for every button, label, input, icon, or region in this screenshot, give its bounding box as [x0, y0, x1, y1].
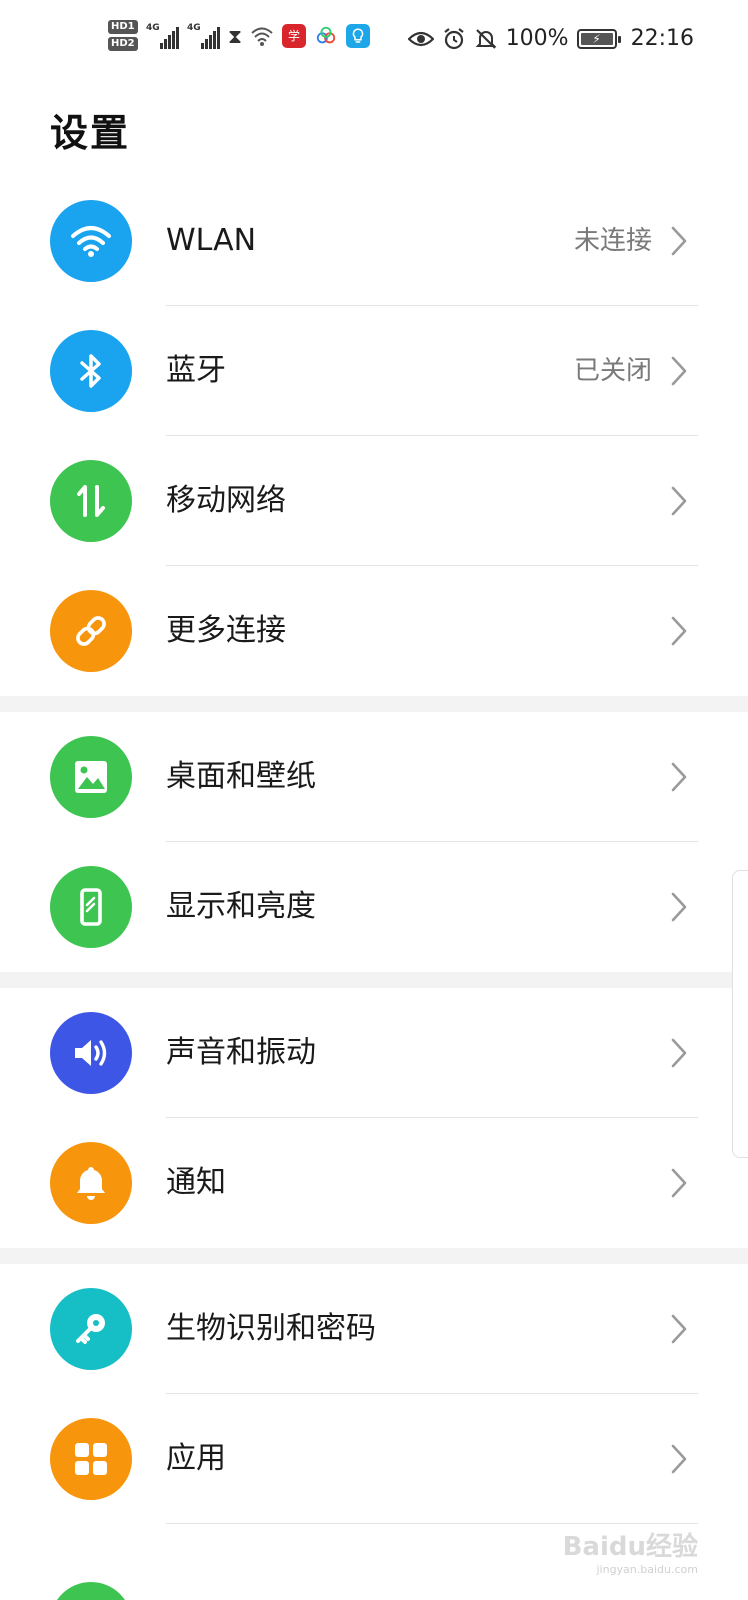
watermark-text: Baidu经验: [562, 1532, 698, 1562]
network-type-sim2: 4G: [187, 22, 201, 33]
settings-item-wifi[interactable]: WLAN 未连接: [0, 176, 748, 306]
settings-item-label: 桌面和壁纸: [166, 759, 316, 794]
settings-item-label: 更多连接: [166, 613, 286, 648]
settings-item-label: 生物识别和密码: [166, 1311, 376, 1346]
settings-item-bell[interactable]: 通知: [0, 1118, 748, 1248]
chevron-right-icon: [670, 225, 688, 257]
bell-icon: [50, 1142, 132, 1224]
bluetooth-icon: [50, 330, 132, 412]
picture-icon: [50, 736, 132, 818]
apps-grid-icon: [50, 1418, 132, 1500]
settings-list: WLAN 未连接蓝牙 已关闭移动网络更多连接桌面和壁纸显示和亮度声音和振动通知生物识…: [0, 176, 748, 1524]
group-separator: [0, 972, 748, 988]
mobile-data-icon: [50, 460, 132, 542]
link-icon: [50, 590, 132, 672]
mute-bell-icon: [475, 28, 497, 49]
signal-strength-sim1: 4G: [146, 23, 179, 49]
chevron-right-icon: [670, 891, 688, 923]
settings-item-status: 未连接: [573, 226, 652, 256]
divider: [166, 1523, 698, 1524]
status-bar: HD1 HD2 4G 4G ⧗ 学 100% ⚡ 22:16: [0, 0, 748, 86]
wifi-status-icon: [251, 27, 273, 46]
settings-item-key[interactable]: 生物识别和密码: [0, 1264, 748, 1394]
network-type-sim1: 4G: [146, 22, 160, 33]
settings-item-mobile-data[interactable]: 移动网络: [0, 436, 748, 566]
settings-screen: HD1 HD2 4G 4G ⧗ 学 100% ⚡ 22:16 设置 WLAN 未…: [0, 0, 748, 1600]
alarm-icon: [444, 27, 464, 49]
watermark-sub: jingyan.baidu.com: [596, 1563, 698, 1576]
battery-percent: 100%: [505, 26, 569, 51]
settings-item-label: 移动网络: [166, 483, 286, 518]
wifi-icon: [50, 200, 132, 282]
chevron-right-icon: [670, 615, 688, 647]
partial-next-item-icon: [50, 1582, 132, 1600]
chevron-right-icon: [670, 1313, 688, 1345]
chevron-right-icon: [670, 355, 688, 387]
hd1-badge: HD1: [108, 20, 138, 34]
settings-item-label: 通知: [166, 1165, 226, 1200]
lightbulb-app-notification-icon: [346, 23, 371, 48]
settings-item-speaker[interactable]: 声音和振动: [0, 988, 748, 1118]
cloud-app-notification-icon: [314, 23, 339, 48]
eye-comfort-icon: [407, 31, 434, 46]
hd2-badge: HD2: [108, 37, 138, 51]
chevron-right-icon: [670, 485, 688, 517]
side-panel-handle[interactable]: [732, 870, 748, 1158]
key-icon: [50, 1288, 132, 1370]
settings-item-label: 声音和振动: [166, 1035, 316, 1070]
group-separator: [0, 1248, 748, 1264]
settings-item-bluetooth[interactable]: 蓝牙 已关闭: [0, 306, 748, 436]
chevron-right-icon: [670, 1167, 688, 1199]
settings-item-phone-display[interactable]: 显示和亮度: [0, 842, 748, 972]
status-bar-left: HD1 HD2 4G 4G ⧗ 学: [108, 20, 371, 51]
watermark: Baidu经验 jingyan.baidu.com: [563, 1526, 698, 1576]
speaker-icon: [50, 1012, 132, 1094]
settings-item-picture[interactable]: 桌面和壁纸: [0, 712, 748, 842]
hd-voice-indicators: HD1 HD2: [108, 20, 138, 51]
settings-item-label: WLAN: [166, 223, 257, 258]
page-title: 设置: [50, 111, 131, 155]
settings-item-apps-grid[interactable]: 应用: [0, 1394, 748, 1524]
settings-item-label: 应用: [166, 1441, 226, 1476]
chevron-right-icon: [670, 1037, 688, 1069]
battery-charging-icon: ⚡: [576, 28, 621, 49]
clock-time: 22:16: [630, 26, 694, 51]
chevron-right-icon: [670, 1443, 688, 1475]
group-separator: [0, 696, 748, 712]
settings-item-status: 已关闭: [573, 356, 652, 386]
settings-item-link[interactable]: 更多连接: [0, 566, 748, 696]
settings-item-label: 蓝牙: [166, 353, 226, 388]
chevron-right-icon: [670, 761, 688, 793]
hourglass-icon: ⧗: [228, 23, 243, 48]
phone-display-icon: [50, 866, 132, 948]
settings-item-label: 显示和亮度: [166, 889, 316, 924]
study-app-notification-icon: 学: [282, 23, 307, 48]
status-bar-right: 100% ⚡ 22:16: [407, 26, 694, 51]
signal-strength-sim2: 4G: [187, 23, 220, 49]
